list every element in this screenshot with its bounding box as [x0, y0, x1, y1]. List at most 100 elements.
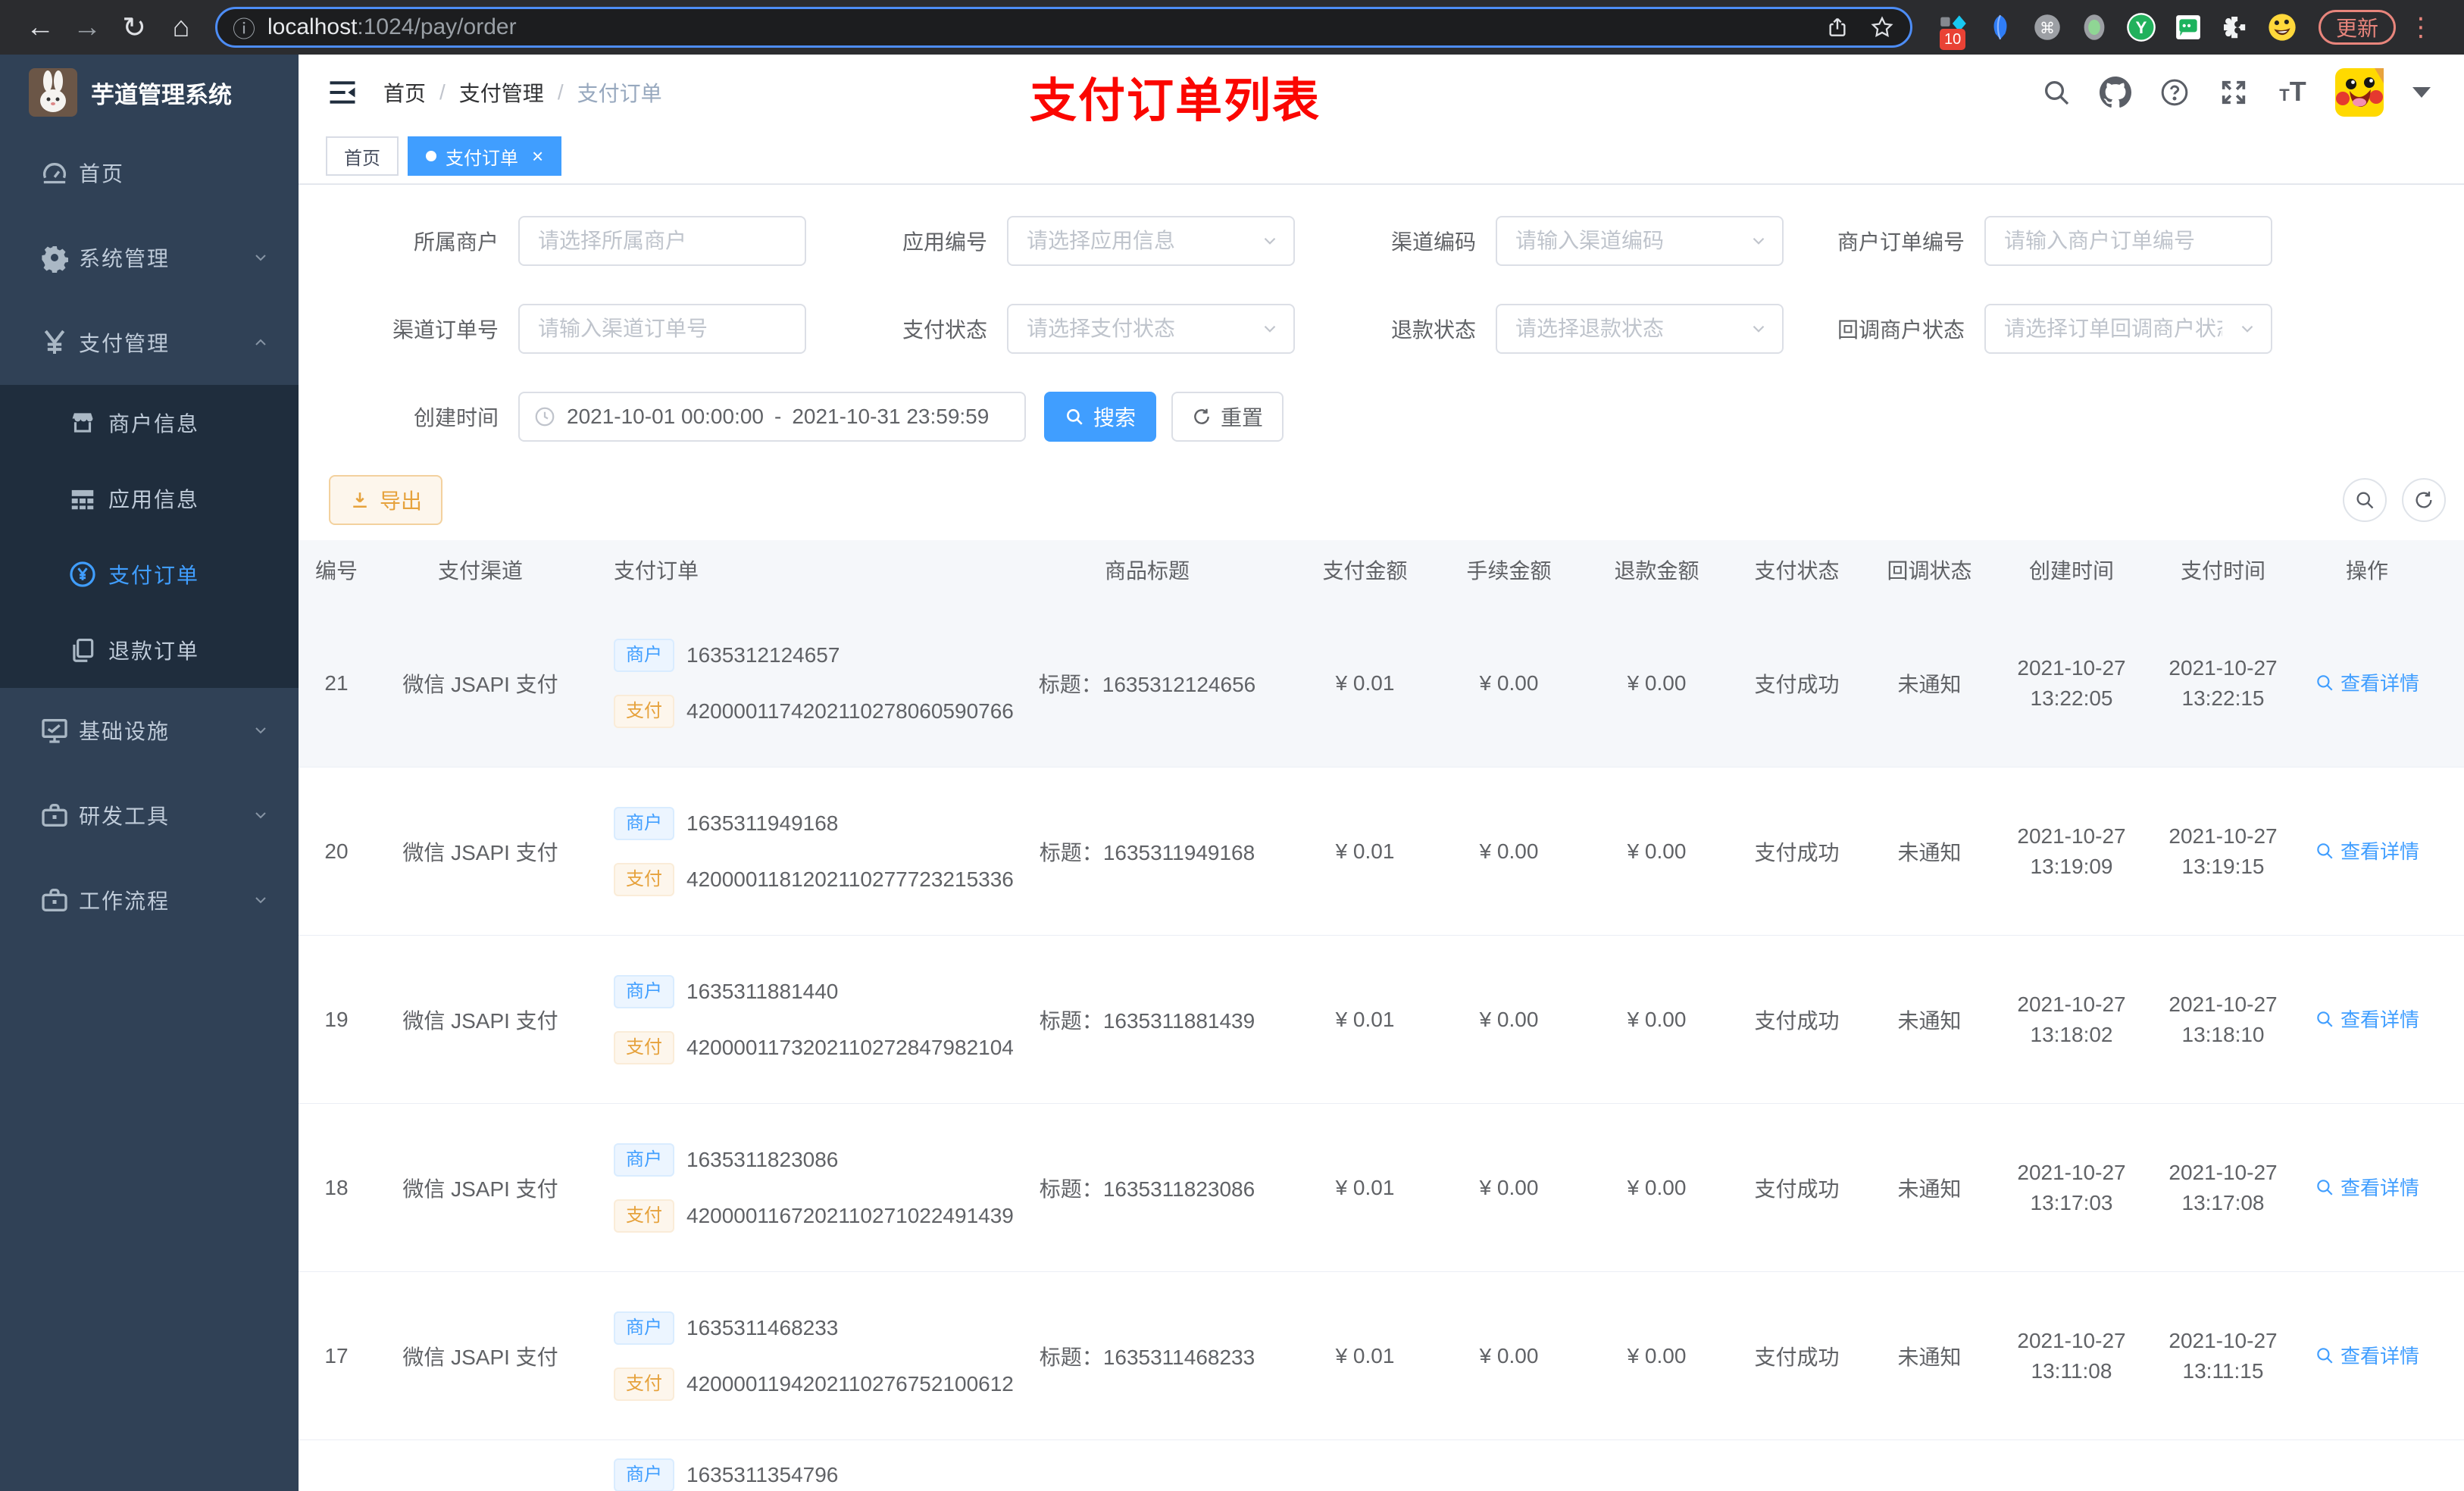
sidebar-item-pay[interactable]: 支付管理	[0, 300, 299, 385]
sidebar-item-app-info[interactable]: 应用信息	[0, 461, 299, 536]
table-header-row: 编号 支付渠道 支付订单 商品标题 支付金额 手续金额 退款金额 支付状态 回调…	[299, 540, 2464, 599]
sidebar-item-merchant-info[interactable]: 商户信息	[0, 385, 299, 461]
view-detail-link[interactable]: 查看详情	[2315, 1341, 2419, 1369]
sidebar-item-refund-order[interactable]: 退款订单	[0, 612, 299, 688]
extension-kite-icon[interactable]	[1985, 12, 2015, 42]
clock-icon	[533, 405, 556, 428]
tab-pay-order[interactable]: 支付订单 ×	[408, 136, 562, 176]
sidebar-item-devtools[interactable]: 研发工具	[0, 773, 299, 858]
forward-icon[interactable]: →	[64, 8, 111, 47]
fee-amount: ¥ 0.00	[1479, 1343, 1539, 1368]
merchant-order-no: 1635311468233	[686, 1315, 839, 1339]
sidebar-item-system[interactable]: 系统管理	[0, 215, 299, 300]
extension-command-icon[interactable]: ⌘	[2032, 12, 2062, 42]
view-detail-link[interactable]: 查看详情	[2315, 668, 2419, 696]
browser-menu-icon[interactable]: ⋮	[2408, 12, 2434, 42]
order-id: 21	[324, 670, 349, 695]
channel-order-no-input[interactable]	[518, 304, 806, 354]
address-bar[interactable]: ⓘ localhost:1024/pay/order	[215, 7, 1912, 48]
extension-puzzle-icon[interactable]	[2220, 12, 2250, 42]
extension-sketch-icon[interactable]: 10	[1938, 12, 1968, 50]
notify-status-select[interactable]	[1984, 304, 2272, 354]
svg-text:⌘: ⌘	[2040, 20, 2055, 37]
tab-close-icon[interactable]: ×	[532, 145, 543, 168]
pay-date: 2021-10-27	[2169, 992, 2278, 1016]
view-detail-link[interactable]: 查看详情	[2315, 1005, 2419, 1033]
filter-pay-status: 支付状态	[818, 304, 1306, 354]
help-icon[interactable]	[2158, 76, 2191, 109]
create-time: 13:22:05	[2030, 686, 2113, 710]
magnifier-icon	[2317, 1348, 2333, 1364]
pay-amount: ¥ 0.01	[1335, 1175, 1395, 1199]
reset-button[interactable]: 重置	[1171, 392, 1284, 442]
toggle-search-icon[interactable]	[2343, 478, 2387, 522]
pay-status: 支付成功	[1754, 1177, 1840, 1201]
tab-label: 首页	[344, 148, 380, 169]
search-button[interactable]: 搜索	[1044, 392, 1156, 442]
sidebar-item-label: 系统管理	[79, 247, 170, 270]
refresh-table-icon[interactable]	[2402, 478, 2446, 522]
sidebar-item-label: 基础设施	[79, 720, 170, 743]
product-title: 1635311949168	[1102, 840, 1255, 864]
view-detail-link[interactable]: 查看详情	[2315, 1173, 2419, 1201]
merchant-input[interactable]	[518, 216, 806, 266]
sidebar-item-pay-order[interactable]: 支付订单	[0, 536, 299, 612]
sidebar-item-workflow[interactable]: 工作流程	[0, 858, 299, 942]
table-row: 21 微信 JSAPI 支付 商户 1635312124657 支付 42000…	[299, 599, 2464, 767]
breadcrumb-home[interactable]: 首页	[383, 77, 426, 108]
date-range-input[interactable]: 2021-10-01 00:00:00 - 2021-10-31 23:59:5…	[518, 392, 1026, 442]
merchant-tag: 商户	[614, 638, 674, 672]
filter-label: 创建时间	[413, 406, 499, 430]
magnifier-icon	[2317, 843, 2333, 859]
magnifier-icon	[2317, 675, 2333, 691]
avatar-caret-icon[interactable]	[2412, 87, 2431, 98]
extension-chat-icon[interactable]	[2173, 12, 2203, 42]
app-logo-row[interactable]: 芋道管理系统	[0, 55, 299, 130]
page-annotation: 支付订单列表	[1030, 75, 1321, 127]
col-actions: 操作	[2345, 559, 2388, 583]
tab-home[interactable]: 首页	[326, 136, 399, 176]
fullscreen-icon[interactable]	[2217, 76, 2250, 109]
back-icon[interactable]: ←	[17, 8, 64, 47]
shop-icon	[67, 408, 98, 437]
breadcrumb-separator: /	[557, 80, 564, 104]
filter-notify-status: 回调商户状态	[1795, 304, 2284, 354]
share-icon[interactable]	[1825, 15, 1850, 39]
bookmark-star-icon[interactable]	[1869, 14, 1895, 40]
update-button[interactable]: 更新	[2319, 10, 2397, 45]
view-detail-link[interactable]: 查看详情	[2315, 836, 2419, 864]
pay-date: 2021-10-27	[2169, 1328, 2278, 1352]
briefcase-icon	[38, 885, 71, 915]
extension-y-icon[interactable]: Y	[2126, 12, 2156, 42]
sidebar-item-infra[interactable]: 基础设施	[0, 688, 299, 773]
pay-status: 支付成功	[1754, 1008, 1840, 1033]
col-pay-time: 支付时间	[2180, 559, 2265, 583]
merchant-order-no: 1635311881440	[686, 979, 839, 1003]
download-icon	[353, 492, 367, 508]
collapse-sidebar-icon[interactable]	[326, 76, 359, 109]
reload-icon[interactable]: ↻	[111, 8, 158, 47]
pay-channel: 微信 JSAPI 支付	[402, 1008, 558, 1033]
home-icon[interactable]: ⌂	[158, 8, 205, 47]
sidebar-item-home[interactable]: 首页	[0, 130, 299, 215]
merchant-order-no-input[interactable]	[1984, 216, 2272, 266]
sidebar-item-label: 应用信息	[108, 488, 200, 511]
breadcrumb-pay[interactable]: 支付管理	[459, 77, 544, 108]
extension-emoji-icon[interactable]	[2267, 12, 2297, 42]
font-size-icon[interactable]: TT	[2276, 76, 2309, 109]
avatar[interactable]	[2335, 68, 2384, 117]
site-info-icon[interactable]: ⓘ	[233, 11, 255, 44]
sidebar-item-label: 退款订单	[108, 639, 200, 663]
extension-record-icon[interactable]	[2079, 12, 2109, 42]
app-id-select[interactable]	[1007, 216, 1295, 266]
col-refund: 退款金额	[1614, 559, 1699, 583]
sidebar-item-label: 商户信息	[108, 412, 200, 436]
pay-status-select[interactable]	[1007, 304, 1295, 354]
order-id: 19	[324, 1007, 349, 1031]
channel-code-select[interactable]	[1496, 216, 1784, 266]
export-button[interactable]: 导出	[329, 475, 442, 525]
refund-status-select[interactable]	[1496, 304, 1784, 354]
filter-merchant: 所属商户	[329, 216, 818, 266]
github-icon[interactable]	[2099, 76, 2132, 109]
search-icon[interactable]	[2040, 76, 2073, 109]
